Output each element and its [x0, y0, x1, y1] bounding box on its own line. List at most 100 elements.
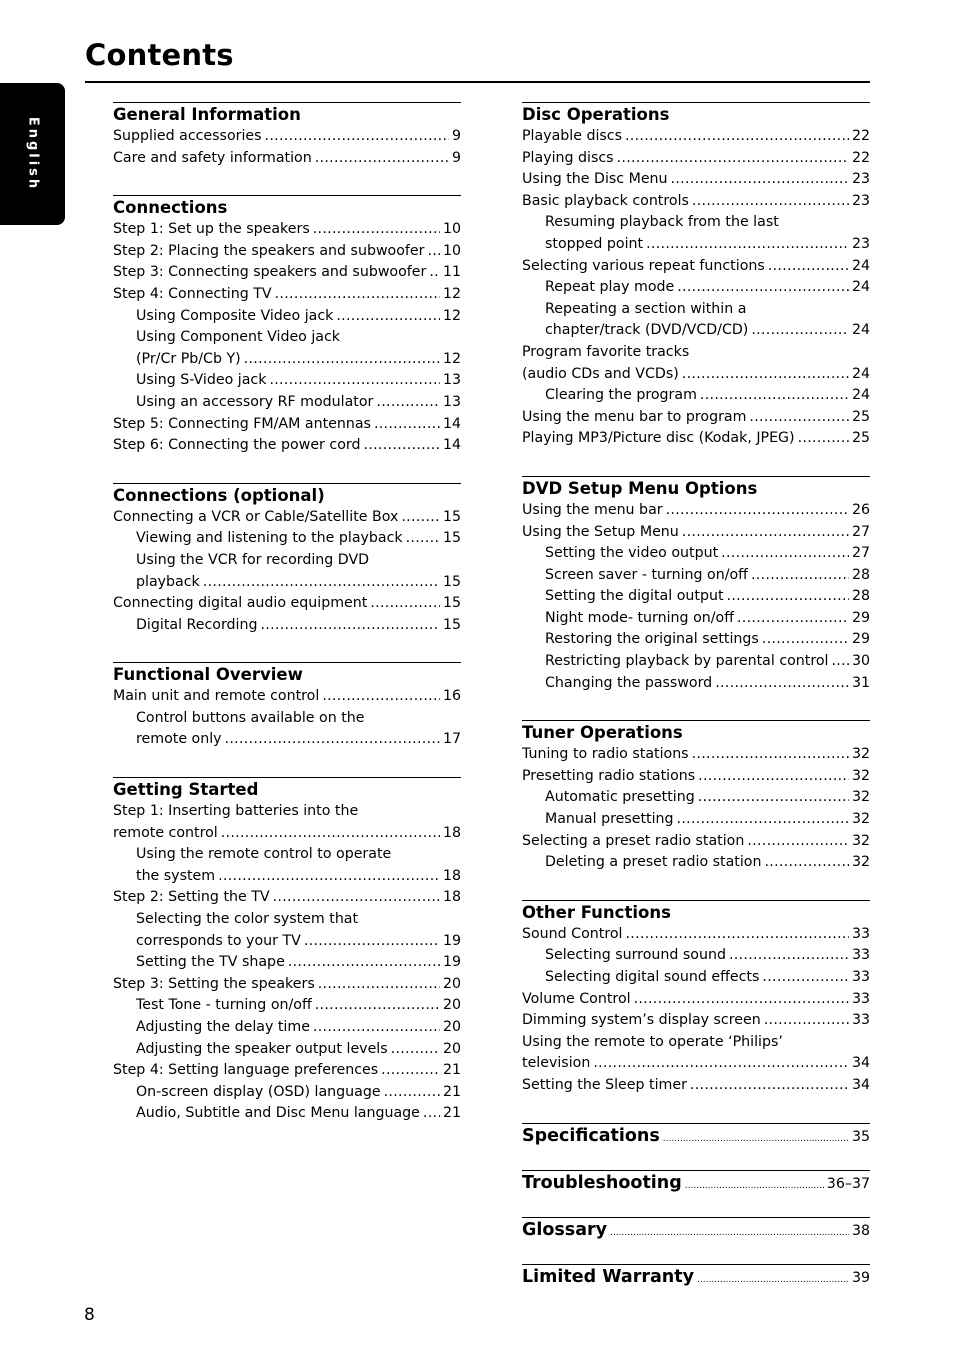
toc-entry[interactable]: Using the remote control to operate [113, 844, 461, 866]
toc-entry[interactable]: Sound Control 33 [522, 924, 870, 946]
toc-entry[interactable]: Step 2: Placing the speakers and subwoof… [113, 241, 461, 263]
section-heading[interactable]: General Information [113, 103, 461, 126]
section-heading[interactable]: Connections [113, 196, 461, 219]
section-heading[interactable]: Tuner Operations [522, 721, 870, 744]
toc-entry[interactable]: Setting the Sleep timer 34 [522, 1075, 870, 1097]
toc-entry[interactable]: Step 5: Connecting FM/AM antennas 14 [113, 414, 461, 436]
toc-entry[interactable]: Manual presetting 32 [522, 809, 870, 831]
toc-entry[interactable]: stopped point 23 [522, 234, 870, 256]
toc-entry-page: 32 [851, 854, 870, 871]
toc-entry[interactable]: Care and safety information 9 [113, 148, 461, 170]
section-heading[interactable]: Functional Overview [113, 663, 461, 686]
toc-entry[interactable]: Playing MP3/Picture disc (Kodak, JPEG) 25 [522, 428, 870, 450]
toc-entry[interactable]: Setting the video output 27 [522, 543, 870, 565]
toc-entry[interactable]: Step 3: Setting the speakers 20 [113, 974, 461, 996]
toc-entry[interactable]: remote only 17 [113, 729, 461, 751]
toc-entry[interactable]: Night mode- turning on/off 29 [522, 608, 870, 630]
toc-entry-label: Repeating a section within a [545, 300, 747, 317]
toc-entry[interactable]: Adjusting the delay time 20 [113, 1017, 461, 1039]
toc-entry[interactable]: Test Tone - turning on/off 20 [113, 995, 461, 1017]
toc-entry-page: 24 [851, 387, 870, 404]
toc-entry[interactable]: Using the menu bar 26 [522, 500, 870, 522]
dot-leader [634, 989, 849, 1011]
toc-entry[interactable]: Screen saver - turning on/off 28 [522, 565, 870, 587]
section-heading[interactable]: Getting Started [113, 778, 461, 801]
toc-entry[interactable]: chapter/track (DVD/VCD/CD) 24 [522, 320, 870, 342]
toc-entry[interactable]: Automatic presetting 32 [522, 787, 870, 809]
toc-entry[interactable]: Selecting the color system that [113, 909, 461, 931]
toc-entry[interactable]: Repeat play mode 24 [522, 277, 870, 299]
toc-entry[interactable]: (audio CDs and VCDs) 24 [522, 364, 870, 386]
toc-entry[interactable]: Control buttons available on the [113, 708, 461, 730]
major-entry-limited-warranty[interactable]: Limited Warranty 39 [522, 1263, 870, 1311]
toc-entry-page: 24 [851, 322, 870, 339]
toc-entry[interactable]: Step 4: Connecting TV 12 [113, 284, 461, 306]
toc-entry[interactable]: Resuming playback from the last [522, 212, 870, 234]
section-heading[interactable]: DVD Setup Menu Options [522, 477, 870, 500]
dot-leader [832, 651, 849, 673]
major-entry-label: Specifications [522, 1125, 660, 1146]
toc-entry[interactable]: Playable discs 22 [522, 126, 870, 148]
toc-entry[interactable]: corresponds to your TV 19 [113, 931, 461, 953]
toc-entry[interactable]: Restricting playback by parental control… [522, 651, 870, 673]
toc-entry[interactable]: Step 3: Connecting speakers and subwoofe… [113, 262, 461, 284]
toc-entry[interactable]: remote control 18 [113, 823, 461, 845]
toc-entry[interactable]: Connecting a VCR or Cable/Satellite Box 1… [113, 507, 461, 529]
toc-entry[interactable]: Using the VCR for recording DVD [113, 550, 461, 572]
section-heading[interactable]: Other Functions [522, 901, 870, 924]
major-entry-troubleshooting[interactable]: Troubleshooting 36–37 [522, 1169, 870, 1217]
toc-entry[interactable]: the system 18 [113, 866, 461, 888]
toc-entry[interactable]: (Pr/Cr Pb/Cb Y) 12 [113, 349, 461, 371]
toc-entry-label: Main unit and remote control [113, 688, 320, 705]
toc-entry[interactable]: Selecting surround sound 33 [522, 945, 870, 967]
toc-entry[interactable]: On-screen display (OSD) language 21 [113, 1082, 461, 1104]
toc-entry[interactable]: Selecting digital sound effects 33 [522, 967, 870, 989]
toc-entry[interactable]: Adjusting the speaker output levels 20 [113, 1039, 461, 1061]
toc-entry[interactable]: Digital Recording 15 [113, 615, 461, 637]
toc-entry[interactable]: Viewing and listening to the playback 15 [113, 528, 461, 550]
toc-entry[interactable]: Audio, Subtitle and Disc Menu language 21 [113, 1103, 461, 1125]
major-entry-page: 36–37 [826, 1175, 870, 1192]
toc-entry[interactable]: Restoring the original settings 29 [522, 629, 870, 651]
toc-entry[interactable]: Step 4: Setting language preferences 21 [113, 1060, 461, 1082]
section-heading[interactable]: Disc Operations [522, 103, 870, 126]
section-heading[interactable]: Connections (optional) [113, 484, 461, 507]
toc-entry-page: 18 [442, 889, 461, 906]
toc-entry[interactable]: Deleting a preset radio station 32 [522, 852, 870, 874]
toc-entry[interactable]: Using S-Video jack 13 [113, 370, 461, 392]
toc-entry[interactable]: Using an accessory RF modulator 13 [113, 392, 461, 414]
toc-entry[interactable]: Step 2: Setting the TV 18 [113, 887, 461, 909]
toc-entry[interactable]: Connecting digital audio equipment 15 [113, 593, 461, 615]
toc-entry[interactable]: Selecting a preset radio station 32 [522, 831, 870, 853]
toc-entry[interactable]: Basic playback controls 23 [522, 191, 870, 213]
toc-entry[interactable]: Supplied accessories 9 [113, 126, 461, 148]
toc-entry[interactable]: Using Component Video jack [113, 327, 461, 349]
toc-entry[interactable]: Repeating a section within a [522, 299, 870, 321]
toc-entry[interactable]: Step 6: Connecting the power cord 14 [113, 435, 461, 457]
toc-entry[interactable]: Using the remote to operate ‘Philips’ [522, 1032, 870, 1054]
toc-entry[interactable]: Step 1: Inserting batteries into the [113, 801, 461, 823]
toc-entry[interactable]: television 34 [522, 1053, 870, 1075]
toc-entry[interactable]: Presetting radio stations 32 [522, 766, 870, 788]
toc-entry[interactable]: Playing discs 22 [522, 148, 870, 170]
toc-entry[interactable]: Setting the digital output 28 [522, 586, 870, 608]
toc-entry-label: Step 2: Setting the TV [113, 889, 270, 906]
toc-entry[interactable]: Changing the password 31 [522, 673, 870, 695]
toc-entry[interactable]: playback 15 [113, 572, 461, 594]
toc-entry[interactable]: Using the Disc Menu 23 [522, 169, 870, 191]
toc-entry[interactable]: Program favorite tracks [522, 342, 870, 364]
toc-entry[interactable]: Selecting various repeat functions 24 [522, 256, 870, 278]
toc-entry[interactable]: Volume Control 33 [522, 989, 870, 1011]
dot-leader [737, 608, 849, 630]
toc-entry[interactable]: Tuning to radio stations 32 [522, 744, 870, 766]
toc-entry[interactable]: Using the Setup Menu 27 [522, 522, 870, 544]
toc-entry[interactable]: Using Composite Video jack 12 [113, 306, 461, 328]
toc-entry[interactable]: Main unit and remote control 16 [113, 686, 461, 708]
toc-entry[interactable]: Dimming system’s display screen 33 [522, 1010, 870, 1032]
toc-entry[interactable]: Clearing the program 24 [522, 385, 870, 407]
toc-entry[interactable]: Using the menu bar to program 25 [522, 407, 870, 429]
major-entry-specifications[interactable]: Specifications 35 [522, 1122, 870, 1170]
major-entry-glossary[interactable]: Glossary 38 [522, 1216, 870, 1264]
toc-entry[interactable]: Step 1: Set up the speakers 10 [113, 219, 461, 241]
toc-entry[interactable]: Setting the TV shape 19 [113, 952, 461, 974]
